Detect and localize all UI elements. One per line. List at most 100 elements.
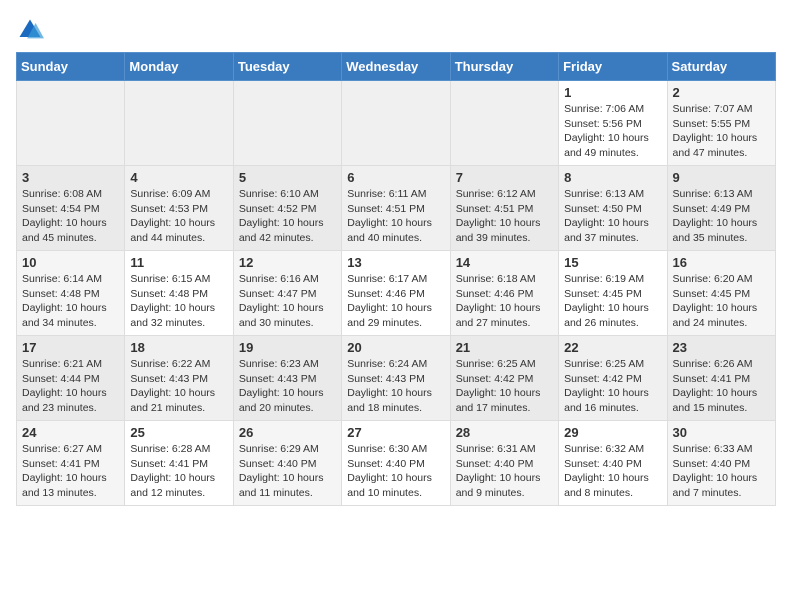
calendar-cell: 4 Sunrise: 6:09 AM Sunset: 4:53 PM Daylig… (125, 166, 233, 251)
calendar-week-3: 10 Sunrise: 6:14 AM Sunset: 4:48 PM Dayli… (17, 251, 776, 336)
calendar-cell: 11 Sunrise: 6:15 AM Sunset: 4:48 PM Dayli… (125, 251, 233, 336)
day-info: Sunrise: 6:20 AM Sunset: 4:45 PM Dayligh… (673, 272, 770, 331)
day-number: 11 (130, 255, 227, 270)
day-info: Sunrise: 6:30 AM Sunset: 4:40 PM Dayligh… (347, 442, 444, 501)
day-number: 22 (564, 340, 661, 355)
weekday-header-tuesday: Tuesday (233, 53, 341, 81)
calendar-cell: 12 Sunrise: 6:16 AM Sunset: 4:47 PM Dayli… (233, 251, 341, 336)
calendar-cell: 17 Sunrise: 6:21 AM Sunset: 4:44 PM Dayli… (17, 336, 125, 421)
day-number: 29 (564, 425, 661, 440)
weekday-header-sunday: Sunday (17, 53, 125, 81)
weekday-header-friday: Friday (559, 53, 667, 81)
day-info: Sunrise: 6:22 AM Sunset: 4:43 PM Dayligh… (130, 357, 227, 416)
day-info: Sunrise: 6:10 AM Sunset: 4:52 PM Dayligh… (239, 187, 336, 246)
day-info: Sunrise: 6:13 AM Sunset: 4:50 PM Dayligh… (564, 187, 661, 246)
calendar-cell (125, 81, 233, 166)
day-number: 19 (239, 340, 336, 355)
day-number: 24 (22, 425, 119, 440)
calendar-week-1: 1 Sunrise: 7:06 AM Sunset: 5:56 PM Daylig… (17, 81, 776, 166)
calendar-cell: 28 Sunrise: 6:31 AM Sunset: 4:40 PM Dayli… (450, 421, 558, 506)
calendar-cell: 14 Sunrise: 6:18 AM Sunset: 4:46 PM Dayli… (450, 251, 558, 336)
day-info: Sunrise: 6:31 AM Sunset: 4:40 PM Dayligh… (456, 442, 553, 501)
calendar-cell: 16 Sunrise: 6:20 AM Sunset: 4:45 PM Dayli… (667, 251, 775, 336)
day-number: 30 (673, 425, 770, 440)
day-info: Sunrise: 6:12 AM Sunset: 4:51 PM Dayligh… (456, 187, 553, 246)
day-number: 15 (564, 255, 661, 270)
day-number: 20 (347, 340, 444, 355)
day-info: Sunrise: 6:26 AM Sunset: 4:41 PM Dayligh… (673, 357, 770, 416)
day-info: Sunrise: 6:24 AM Sunset: 4:43 PM Dayligh… (347, 357, 444, 416)
day-info: Sunrise: 6:11 AM Sunset: 4:51 PM Dayligh… (347, 187, 444, 246)
weekday-header-row: SundayMondayTuesdayWednesdayThursdayFrid… (17, 53, 776, 81)
calendar-cell: 6 Sunrise: 6:11 AM Sunset: 4:51 PM Daylig… (342, 166, 450, 251)
day-info: Sunrise: 6:09 AM Sunset: 4:53 PM Dayligh… (130, 187, 227, 246)
day-info: Sunrise: 6:23 AM Sunset: 4:43 PM Dayligh… (239, 357, 336, 416)
calendar-cell: 3 Sunrise: 6:08 AM Sunset: 4:54 PM Daylig… (17, 166, 125, 251)
day-info: Sunrise: 6:33 AM Sunset: 4:40 PM Dayligh… (673, 442, 770, 501)
day-number: 10 (22, 255, 119, 270)
day-info: Sunrise: 6:18 AM Sunset: 4:46 PM Dayligh… (456, 272, 553, 331)
day-number: 3 (22, 170, 119, 185)
weekday-header-thursday: Thursday (450, 53, 558, 81)
logo-icon (16, 16, 44, 44)
day-number: 4 (130, 170, 227, 185)
calendar-cell: 9Sunrise: 6:13 AM Sunset: 4:49 PM Daylig… (667, 166, 775, 251)
calendar-cell (450, 81, 558, 166)
calendar-week-2: 3 Sunrise: 6:08 AM Sunset: 4:54 PM Daylig… (17, 166, 776, 251)
calendar-cell: 29 Sunrise: 6:32 AM Sunset: 4:40 PM Dayli… (559, 421, 667, 506)
day-number: 21 (456, 340, 553, 355)
day-info: Sunrise: 6:16 AM Sunset: 4:47 PM Dayligh… (239, 272, 336, 331)
calendar-cell: 25 Sunrise: 6:28 AM Sunset: 4:41 PM Dayli… (125, 421, 233, 506)
day-info: Sunrise: 6:15 AM Sunset: 4:48 PM Dayligh… (130, 272, 227, 331)
day-number: 12 (239, 255, 336, 270)
day-info: Sunrise: 7:07 AM Sunset: 5:55 PM Dayligh… (673, 102, 770, 161)
day-number: 5 (239, 170, 336, 185)
weekday-header-monday: Monday (125, 53, 233, 81)
day-info: Sunrise: 6:17 AM Sunset: 4:46 PM Dayligh… (347, 272, 444, 331)
day-info: Sunrise: 6:08 AM Sunset: 4:54 PM Dayligh… (22, 187, 119, 246)
calendar-cell: 5 Sunrise: 6:10 AM Sunset: 4:52 PM Daylig… (233, 166, 341, 251)
calendar-cell (233, 81, 341, 166)
day-info: Sunrise: 6:21 AM Sunset: 4:44 PM Dayligh… (22, 357, 119, 416)
calendar-cell: 18Sunrise: 6:22 AM Sunset: 4:43 PM Dayli… (125, 336, 233, 421)
calendar-table: SundayMondayTuesdayWednesdayThursdayFrid… (16, 52, 776, 506)
day-info: Sunrise: 7:06 AM Sunset: 5:56 PM Dayligh… (564, 102, 661, 161)
calendar-cell: 19 Sunrise: 6:23 AM Sunset: 4:43 PM Dayli… (233, 336, 341, 421)
calendar-cell: 22Sunrise: 6:25 AM Sunset: 4:42 PM Dayli… (559, 336, 667, 421)
day-number: 17 (22, 340, 119, 355)
calendar-cell: 27 Sunrise: 6:30 AM Sunset: 4:40 PM Dayli… (342, 421, 450, 506)
day-number: 16 (673, 255, 770, 270)
day-number: 23 (673, 340, 770, 355)
day-number: 2 (673, 85, 770, 100)
calendar-cell: 21Sunrise: 6:25 AM Sunset: 4:42 PM Dayli… (450, 336, 558, 421)
calendar-cell: 20 Sunrise: 6:24 AM Sunset: 4:43 PM Dayli… (342, 336, 450, 421)
logo (16, 16, 48, 44)
day-number: 25 (130, 425, 227, 440)
calendar-week-4: 17 Sunrise: 6:21 AM Sunset: 4:44 PM Dayli… (17, 336, 776, 421)
calendar-cell: 30 Sunrise: 6:33 AM Sunset: 4:40 PM Dayli… (667, 421, 775, 506)
day-number: 7 (456, 170, 553, 185)
day-info: Sunrise: 6:14 AM Sunset: 4:48 PM Dayligh… (22, 272, 119, 331)
day-number: 1 (564, 85, 661, 100)
day-number: 26 (239, 425, 336, 440)
day-info: Sunrise: 6:28 AM Sunset: 4:41 PM Dayligh… (130, 442, 227, 501)
day-number: 13 (347, 255, 444, 270)
weekday-header-wednesday: Wednesday (342, 53, 450, 81)
calendar-cell: 2 Sunrise: 7:07 AM Sunset: 5:55 PM Daylig… (667, 81, 775, 166)
day-number: 14 (456, 255, 553, 270)
calendar-cell: 26 Sunrise: 6:29 AM Sunset: 4:40 PM Dayli… (233, 421, 341, 506)
calendar-cell (342, 81, 450, 166)
day-info: Sunrise: 6:29 AM Sunset: 4:40 PM Dayligh… (239, 442, 336, 501)
calendar-cell: 23 Sunrise: 6:26 AM Sunset: 4:41 PM Dayli… (667, 336, 775, 421)
day-number: 28 (456, 425, 553, 440)
day-info: Sunrise: 6:32 AM Sunset: 4:40 PM Dayligh… (564, 442, 661, 501)
page-header (16, 16, 776, 44)
calendar-cell: 7 Sunrise: 6:12 AM Sunset: 4:51 PM Daylig… (450, 166, 558, 251)
day-number: 6 (347, 170, 444, 185)
weekday-header-saturday: Saturday (667, 53, 775, 81)
day-number: 27 (347, 425, 444, 440)
calendar-cell (17, 81, 125, 166)
calendar-cell: 10 Sunrise: 6:14 AM Sunset: 4:48 PM Dayli… (17, 251, 125, 336)
day-info: Sunrise: 6:13 AM Sunset: 4:49 PM Dayligh… (673, 187, 770, 246)
calendar-cell: 8Sunrise: 6:13 AM Sunset: 4:50 PM Daylig… (559, 166, 667, 251)
